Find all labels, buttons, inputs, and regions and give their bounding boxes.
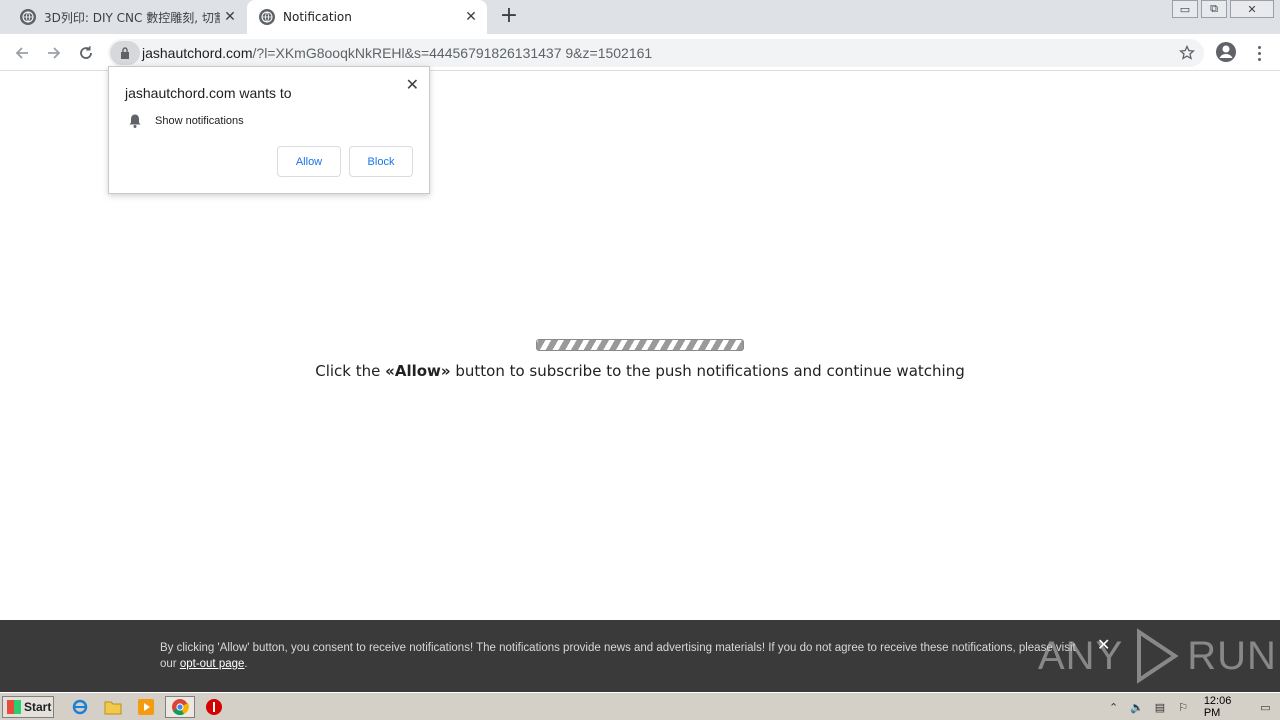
allow-instruction-text: Click the «Allow» button to subscribe to…	[0, 362, 1280, 380]
consent-message: By clicking 'Allow' button, you consent …	[160, 640, 1080, 672]
notification-permission-prompt: jashautchord.com wants to ✕ Show notific…	[108, 66, 430, 194]
start-label: Start	[24, 700, 52, 714]
tab-close-icon[interactable]: ✕	[222, 9, 238, 25]
back-arrow-icon[interactable]	[10, 41, 34, 65]
tab-close-icon[interactable]: ✕	[463, 9, 479, 25]
security-alert-icon[interactable]	[204, 697, 224, 717]
window-controls: ▭ ⧉ ✕	[1169, 0, 1274, 18]
play-logo-icon	[1137, 628, 1179, 684]
cta-prefix: Click the	[315, 362, 386, 380]
bookmark-star-icon[interactable]	[1178, 44, 1196, 62]
chrome-taskbar-icon[interactable]	[165, 696, 195, 718]
network-icon[interactable]: ▤	[1151, 699, 1168, 715]
consent-bar: By clicking 'Allow' button, you consent …	[0, 620, 1280, 692]
restore-button[interactable]: ⧉	[1201, 0, 1227, 18]
block-button[interactable]: Block	[349, 146, 413, 177]
profile-avatar-icon[interactable]	[1215, 41, 1237, 63]
permission-row: Show notifications	[127, 113, 244, 129]
url-path: /?l=XKmG8ooqkNkREHl&s=44456791826131437 …	[252, 45, 653, 61]
watermark-left: ANY	[1038, 633, 1124, 678]
taskbar-clock[interactable]: 12:06 PM	[1204, 695, 1249, 719]
allow-button[interactable]: Allow	[277, 146, 341, 177]
prompt-heading: jashautchord.com wants to	[125, 85, 292, 101]
consent-close-icon[interactable]: ✕	[1097, 635, 1110, 654]
cta-allow-emphasis: «Allow»	[385, 362, 451, 380]
taskbar: Start ⌃ 🔈 ▤ ⚐ 12:06 PM ▭	[0, 692, 1280, 720]
bell-icon	[129, 114, 141, 128]
kebab-menu-icon[interactable]	[1250, 41, 1268, 65]
volume-icon[interactable]: 🔈	[1128, 699, 1145, 715]
prompt-close-icon[interactable]: ✕	[406, 75, 419, 94]
watermark-right: RUN	[1187, 633, 1277, 678]
tab-title: Notification	[283, 10, 352, 24]
reload-icon[interactable]	[74, 41, 98, 65]
tray-expand-icon[interactable]: ⌃	[1105, 699, 1122, 715]
show-desktop-icon[interactable]: ▭	[1257, 699, 1274, 715]
file-explorer-icon[interactable]	[103, 697, 123, 717]
tab-3d-print[interactable]: 3D列印: DIY CNC 數控雕刻, 切割, 紙 ✕	[0, 0, 246, 34]
anyrun-watermark: ANY RUN	[1038, 626, 1277, 686]
windows-flag-icon	[7, 700, 21, 714]
globe-icon	[259, 9, 275, 25]
consent-text-end: .	[244, 658, 248, 670]
internet-explorer-icon[interactable]	[70, 697, 90, 717]
loading-progress-bar	[536, 339, 744, 351]
permission-label: Show notifications	[155, 115, 244, 127]
tab-strip: 3D列印: DIY CNC 數控雕刻, 切割, 紙 ✕ Notification…	[0, 0, 1280, 34]
new-tab-button[interactable]: +	[498, 5, 520, 28]
lock-icon[interactable]	[110, 41, 140, 65]
consent-text: By clicking 'Allow' button, you consent …	[160, 642, 1076, 670]
url-text[interactable]: jashautchord.com/?l=XKmG8ooqkNkREHl&s=44…	[142, 45, 652, 61]
action-center-flag-icon[interactable]: ⚐	[1175, 699, 1192, 715]
tab-notification[interactable]: Notification ✕	[247, 0, 487, 34]
url-host: jashautchord.com	[142, 45, 253, 61]
opt-out-link[interactable]: opt-out page	[180, 658, 245, 670]
window-close-button[interactable]: ✕	[1230, 0, 1274, 18]
address-bar[interactable]: jashautchord.com/?l=XKmG8ooqkNkREHl&s=44…	[108, 39, 1204, 67]
forward-arrow-icon[interactable]	[42, 41, 66, 65]
minimize-button[interactable]: ▭	[1172, 0, 1198, 18]
media-player-icon[interactable]	[136, 697, 156, 717]
globe-icon	[20, 9, 36, 25]
start-button[interactable]: Start	[2, 696, 54, 718]
system-tray: ⌃ 🔈 ▤ ⚐ 12:06 PM ▭	[1105, 695, 1280, 719]
tab-title: 3D列印: DIY CNC 數控雕刻, 切割, 紙	[44, 10, 220, 25]
cta-suffix: button to subscribe to the push notifica…	[450, 362, 965, 380]
